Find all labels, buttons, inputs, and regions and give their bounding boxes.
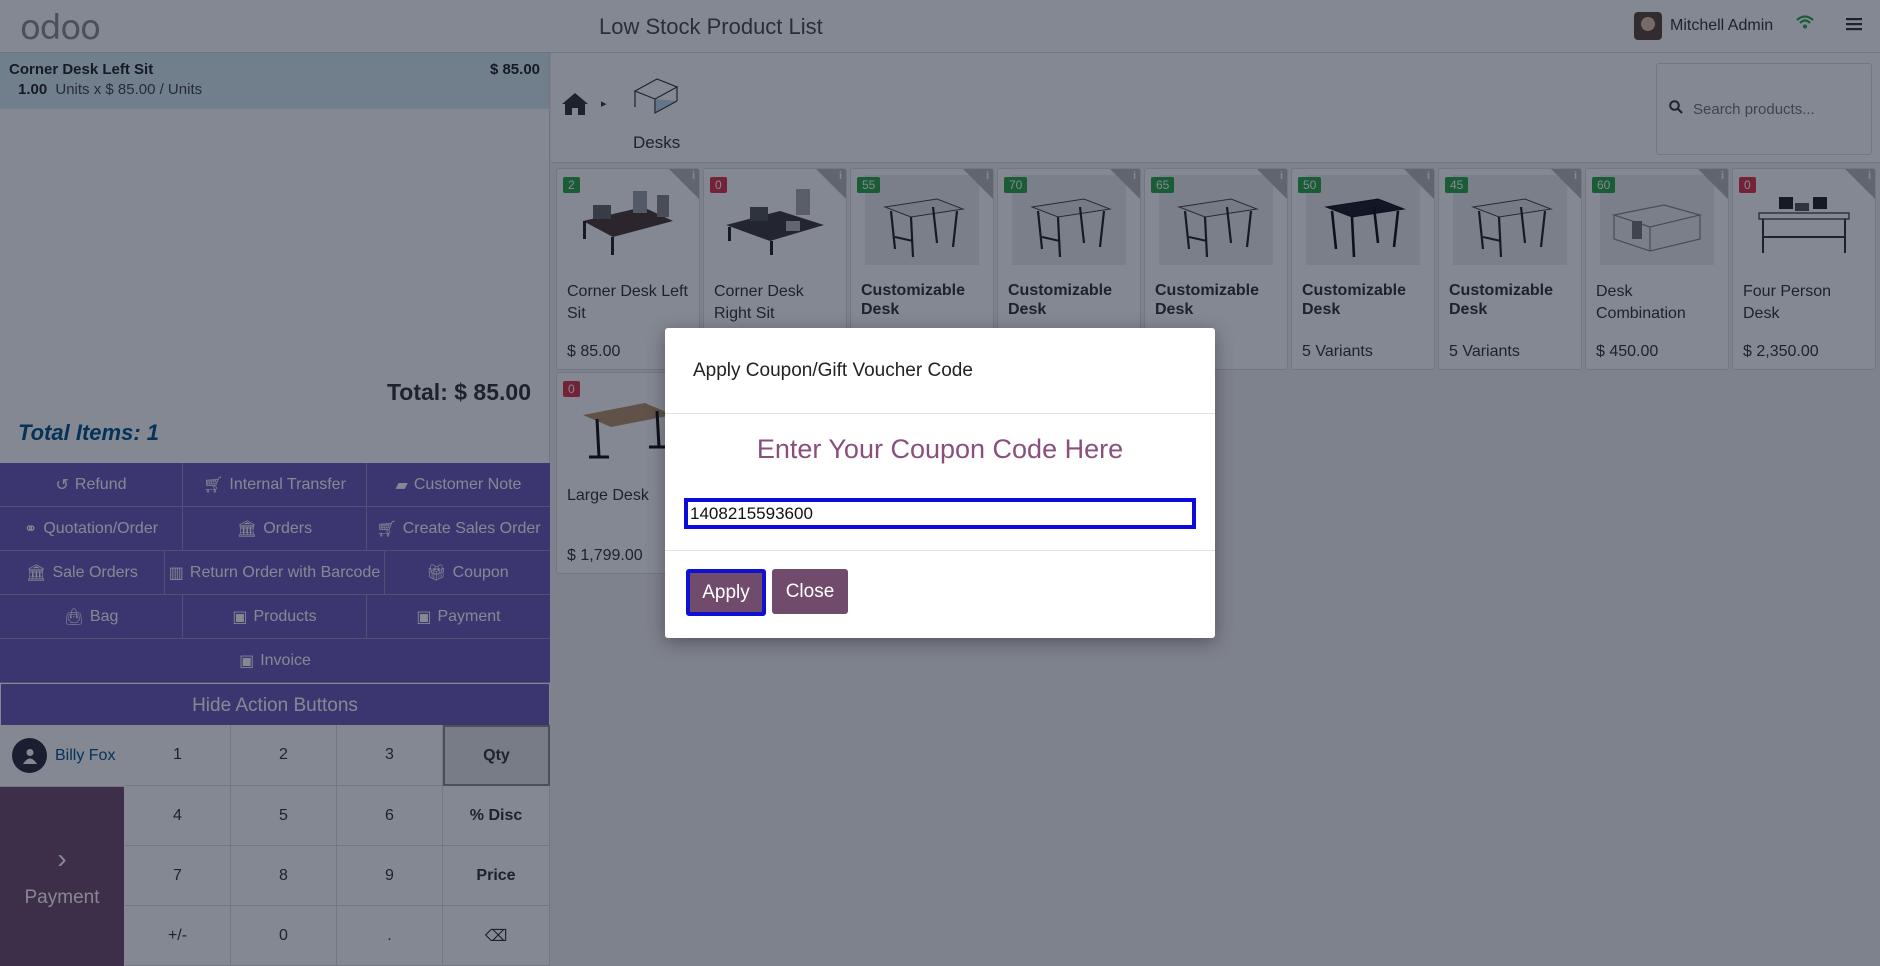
- dialog-subtitle: Enter Your Coupon Code Here: [756, 434, 1124, 464]
- coupon-code-input[interactable]: [684, 498, 1196, 529]
- dialog-title: Apply Coupon/Gift Voucher Code: [665, 328, 1215, 414]
- dialog-body: Enter Your Coupon Code Here: [665, 414, 1215, 551]
- apply-button[interactable]: Apply: [686, 569, 766, 616]
- close-button[interactable]: Close: [772, 569, 848, 614]
- dialog-footer: Apply Close: [665, 551, 1215, 637]
- coupon-dialog: Apply Coupon/Gift Voucher Code Enter You…: [665, 328, 1215, 638]
